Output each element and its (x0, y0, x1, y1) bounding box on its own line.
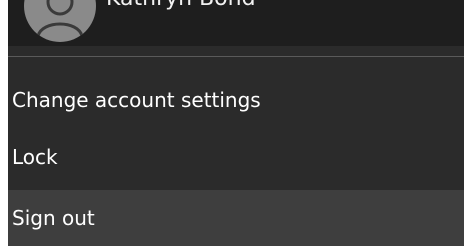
menu-divider (8, 56, 464, 57)
user-avatar[interactable] (24, 0, 96, 42)
change-account-settings-item[interactable]: Change account settings (8, 72, 464, 128)
sign-out-item[interactable]: Sign out (8, 190, 464, 246)
user-name: Kathryn Bond (106, 0, 256, 11)
account-header: Kathryn Bond (8, 0, 464, 46)
lock-item[interactable]: Lock (8, 129, 464, 185)
person-icon (36, 0, 84, 37)
account-menu: Kathryn Bond Change account settings Loc… (8, 0, 464, 246)
